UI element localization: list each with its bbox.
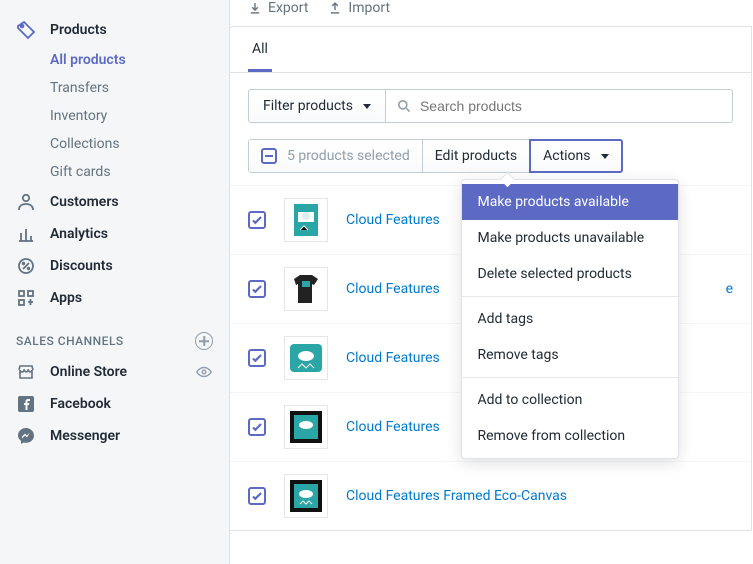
channel-facebook[interactable]: Facebook xyxy=(0,388,229,420)
add-channel-button[interactable] xyxy=(195,332,213,350)
export-icon xyxy=(248,1,262,15)
subnav-collections[interactable]: Collections xyxy=(50,130,229,158)
import-label: Import xyxy=(348,0,390,16)
edit-products-label: Edit products xyxy=(435,148,517,164)
product-name-link[interactable]: Cloud Features xyxy=(346,281,440,297)
action-remove-from-collection[interactable]: Remove from collection xyxy=(462,418,678,454)
action-delete-products[interactable]: Delete selected products xyxy=(462,256,678,292)
dropdown-separator xyxy=(462,377,678,378)
filter-products-label: Filter products xyxy=(263,98,353,114)
product-thumbnail xyxy=(284,267,328,311)
table-row: Cloud Features Framed Eco-Canvas xyxy=(230,461,751,530)
person-icon xyxy=(16,192,36,212)
actions-button[interactable]: Actions Make products available Make pro… xyxy=(529,139,622,173)
products-card: All Filter products 5 products selected xyxy=(230,26,752,531)
search-icon xyxy=(396,98,412,114)
filter-products-button[interactable]: Filter products xyxy=(248,89,386,123)
import-icon xyxy=(328,1,342,15)
dropdown-separator xyxy=(462,296,678,297)
channel-messenger[interactable]: Messenger xyxy=(0,420,229,452)
subnav-transfers[interactable]: Transfers xyxy=(50,74,229,102)
product-name-link[interactable]: Cloud Features xyxy=(346,350,440,366)
nav-customers[interactable]: Customers xyxy=(0,186,229,218)
discount-icon xyxy=(16,256,36,276)
subnav-all-products[interactable]: All products xyxy=(50,46,229,74)
product-name-link[interactable]: Cloud Features xyxy=(346,419,440,435)
product-name-link[interactable]: Cloud Features Framed Eco-Canvas xyxy=(346,488,567,504)
product-thumbnail xyxy=(284,336,328,380)
actions-label: Actions xyxy=(543,148,590,164)
subnav-inventory[interactable]: Inventory xyxy=(50,102,229,130)
bulk-actions-row: 5 products selected Edit products Action… xyxy=(230,139,751,185)
nav-discounts[interactable]: Discounts xyxy=(0,250,229,282)
action-remove-tags[interactable]: Remove tags xyxy=(462,337,678,373)
apps-icon xyxy=(16,288,36,308)
product-thumbnail xyxy=(284,405,328,449)
channel-messenger-label: Messenger xyxy=(50,428,213,444)
nav-products[interactable]: Products xyxy=(0,14,229,46)
action-add-to-collection[interactable]: Add to collection xyxy=(462,382,678,418)
tab-all[interactable]: All xyxy=(248,27,272,72)
product-name-fragment: e xyxy=(726,281,733,297)
channel-online-store-label: Online Store xyxy=(50,364,181,380)
export-label: Export xyxy=(268,0,308,16)
subnav-gift-cards[interactable]: Gift cards xyxy=(50,158,229,186)
row-checkbox[interactable] xyxy=(248,418,266,436)
bar-chart-icon xyxy=(16,224,36,244)
product-thumbnail xyxy=(284,198,328,242)
export-button[interactable]: Export xyxy=(248,0,308,16)
sales-channels-label: SALES CHANNELS xyxy=(16,334,124,348)
main-content: Export Import All Filter products xyxy=(230,0,753,564)
caret-down-icon xyxy=(601,154,609,159)
filter-row: Filter products xyxy=(230,73,751,139)
nav-analytics-label: Analytics xyxy=(50,226,108,242)
product-name-link[interactable]: Cloud Features xyxy=(346,212,440,228)
page-actions: Export Import xyxy=(230,0,753,26)
search-input[interactable] xyxy=(412,90,722,122)
action-add-tags[interactable]: Add tags xyxy=(462,301,678,337)
nav-products-subitems: All products Transfers Inventory Collect… xyxy=(0,46,229,186)
product-thumbnail xyxy=(284,474,328,518)
eye-icon[interactable] xyxy=(195,363,213,381)
indeterminate-checkbox[interactable] xyxy=(261,148,277,164)
caret-down-icon xyxy=(363,104,371,109)
row-checkbox[interactable] xyxy=(248,280,266,298)
import-button[interactable]: Import xyxy=(328,0,390,16)
row-checkbox[interactable] xyxy=(248,487,266,505)
sales-channels-heading: SALES CHANNELS xyxy=(0,314,229,356)
nav-apps[interactable]: Apps xyxy=(0,282,229,314)
messenger-icon xyxy=(16,426,36,446)
nav-analytics[interactable]: Analytics xyxy=(0,218,229,250)
channel-facebook-label: Facebook xyxy=(50,396,213,412)
bulk-segment-group: 5 products selected Edit products Action… xyxy=(248,139,623,173)
nav-products-label: Products xyxy=(50,22,107,38)
sidebar: Products All products Transfers Inventor… xyxy=(0,0,230,564)
action-make-unavailable[interactable]: Make products unavailable xyxy=(462,220,678,256)
selection-count-label: 5 products selected xyxy=(287,148,410,164)
action-make-available[interactable]: Make products available xyxy=(462,184,678,220)
search-field[interactable] xyxy=(386,89,733,123)
nav-apps-label: Apps xyxy=(50,290,82,306)
actions-dropdown: Make products available Make products un… xyxy=(461,179,679,459)
edit-products-button[interactable]: Edit products xyxy=(423,140,530,172)
nav-discounts-label: Discounts xyxy=(50,258,113,274)
nav-customers-label: Customers xyxy=(50,194,119,210)
facebook-icon xyxy=(16,394,36,414)
row-checkbox[interactable] xyxy=(248,349,266,367)
tag-icon xyxy=(16,20,36,40)
tabs: All xyxy=(230,27,751,73)
row-checkbox[interactable] xyxy=(248,211,266,229)
store-icon xyxy=(16,362,36,382)
selection-count[interactable]: 5 products selected xyxy=(249,140,423,172)
channel-online-store[interactable]: Online Store xyxy=(0,356,229,388)
